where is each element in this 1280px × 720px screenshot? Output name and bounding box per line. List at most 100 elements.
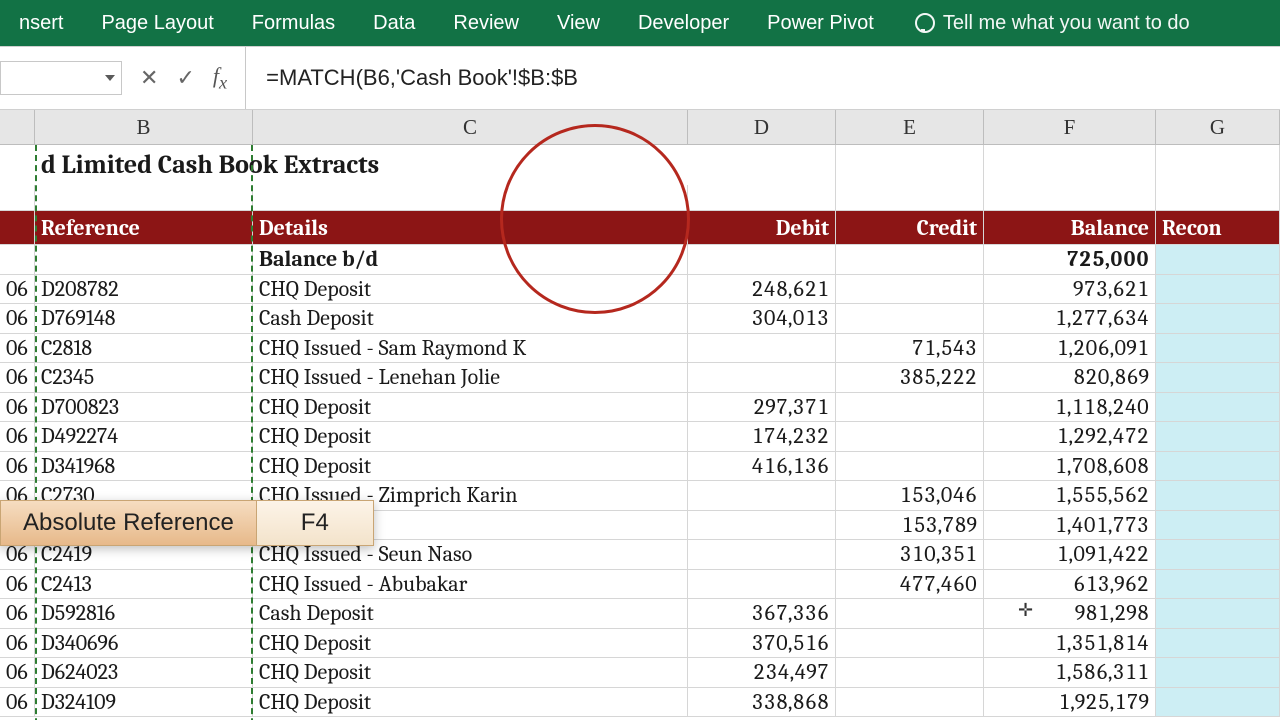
cell[interactable]	[688, 540, 836, 570]
col-header-c[interactable]: C	[253, 110, 688, 144]
cell[interactable]	[1156, 629, 1280, 659]
cell[interactable]	[836, 393, 984, 423]
cell[interactable]: 1,351,814	[984, 629, 1156, 659]
cell[interactable]: 1,206,091	[984, 334, 1156, 364]
cell[interactable]: CHQ Deposit	[253, 658, 688, 688]
table-row[interactable]: 06D492274CHQ Deposit174,2321,292,472	[0, 422, 1280, 452]
cell[interactable]	[688, 570, 836, 600]
cell[interactable]: CHQ Deposit	[253, 452, 688, 482]
cell[interactable]: CHQ Deposit	[253, 629, 688, 659]
cell[interactable]	[836, 599, 984, 629]
cell[interactable]: 1,586,311	[984, 658, 1156, 688]
cell[interactable]	[1156, 570, 1280, 600]
table-row[interactable]: 06D624023CHQ Deposit234,4971,586,311	[0, 658, 1280, 688]
cell[interactable]: 06	[0, 599, 35, 629]
tab-power-pivot[interactable]: Power Pivot	[748, 12, 893, 35]
cell[interactable]	[836, 658, 984, 688]
cell[interactable]: 06	[0, 658, 35, 688]
cell[interactable]: 820,869	[984, 363, 1156, 393]
cell[interactable]: 1,555,562	[984, 481, 1156, 511]
cell[interactable]	[1156, 599, 1280, 629]
col-header-a[interactable]	[0, 110, 35, 144]
table-row[interactable]: 06D769148Cash Deposit304,0131,277,634	[0, 304, 1280, 334]
cell[interactable]	[688, 511, 836, 541]
cell[interactable]: 06	[0, 452, 35, 482]
cell[interactable]: 06	[0, 422, 35, 452]
cell[interactable]	[1156, 363, 1280, 393]
cell[interactable]: 338,868	[688, 688, 836, 718]
fx-icon[interactable]: fx	[213, 63, 227, 93]
cell[interactable]: D592816	[35, 599, 253, 629]
table-row[interactable]: 06D208782CHQ Deposit248,621973,621	[0, 275, 1280, 305]
cell[interactable]	[836, 629, 984, 659]
cell[interactable]	[836, 304, 984, 334]
tab-insert[interactable]: nsert	[0, 12, 82, 35]
cell[interactable]	[1156, 688, 1280, 718]
cell[interactable]	[1156, 275, 1280, 305]
cell[interactable]: 981,298	[984, 599, 1156, 629]
cell[interactable]: Cash Deposit	[253, 599, 688, 629]
cell[interactable]: 153,789	[836, 511, 984, 541]
cell[interactable]: 1,091,422	[984, 540, 1156, 570]
cell[interactable]: 71,543	[836, 334, 984, 364]
cell[interactable]	[1156, 422, 1280, 452]
cell[interactable]: 06	[0, 393, 35, 423]
tab-formulas[interactable]: Formulas	[233, 12, 354, 35]
cell[interactable]: 367,336	[688, 599, 836, 629]
cell[interactable]: C2345	[35, 363, 253, 393]
tab-developer[interactable]: Developer	[619, 12, 748, 35]
cell[interactable]: 06	[0, 688, 35, 718]
cell[interactable]: CHQ Deposit	[253, 688, 688, 718]
cell[interactable]: 477,460	[836, 570, 984, 600]
cell[interactable]: 385,222	[836, 363, 984, 393]
cell[interactable]	[836, 275, 984, 305]
cell[interactable]	[688, 481, 836, 511]
table-row[interactable]: 06D700823CHQ Deposit297,3711,118,240	[0, 393, 1280, 423]
cell[interactable]: CHQ Deposit	[253, 275, 688, 305]
table-row[interactable]: 06D340696CHQ Deposit370,5161,351,814	[0, 629, 1280, 659]
tab-page-layout[interactable]: Page Layout	[82, 12, 232, 35]
cell[interactable]	[1156, 511, 1280, 541]
col-header-g[interactable]: G	[1156, 110, 1280, 144]
cell[interactable]	[836, 688, 984, 718]
cell[interactable]: CHQ Issued - Abubakar	[253, 570, 688, 600]
cell[interactable]: D324109	[35, 688, 253, 718]
table-row[interactable]: 06C2345CHQ Issued - Lenehan Jolie385,222…	[0, 363, 1280, 393]
cell[interactable]: 297,371	[688, 393, 836, 423]
cell[interactable]: D700823	[35, 393, 253, 423]
table-row[interactable]: 06C2818CHQ Issued - Sam Raymond K 71,5431…	[0, 334, 1280, 364]
cell[interactable]: C2818	[35, 334, 253, 364]
table-row[interactable]: 06D592816Cash Deposit367,336 981,298	[0, 599, 1280, 629]
tab-review[interactable]: Review	[434, 12, 538, 35]
col-header-b[interactable]: B	[35, 110, 253, 144]
cell[interactable]: 06	[0, 570, 35, 600]
cell[interactable]: 1,925,179	[984, 688, 1156, 718]
cell[interactable]	[688, 363, 836, 393]
cell[interactable]: D492274	[35, 422, 253, 452]
cell[interactable]: 416,136	[688, 452, 836, 482]
col-header-e[interactable]: E	[836, 110, 984, 144]
cell[interactable]: 304,013	[688, 304, 836, 334]
enter-icon[interactable]: ✓	[176, 65, 194, 91]
cell[interactable]: 06	[0, 275, 35, 305]
cell[interactable]: D624023	[35, 658, 253, 688]
cell[interactable]	[1156, 334, 1280, 364]
cell[interactable]: CHQ Issued - Sam Raymond K	[253, 334, 688, 364]
cell[interactable]: 973,621	[984, 275, 1156, 305]
cell[interactable]: D340696	[35, 629, 253, 659]
tell-me[interactable]: Tell me what you want to do	[893, 12, 1190, 35]
tab-view[interactable]: View	[538, 12, 619, 35]
cell[interactable]: 174,232	[688, 422, 836, 452]
cell[interactable]: 06	[0, 334, 35, 364]
cell[interactable]	[836, 452, 984, 482]
cell[interactable]: D769148	[35, 304, 253, 334]
table-row[interactable]: 06D341968CHQ Deposit416,1361,708,608	[0, 452, 1280, 482]
table-row[interactable]: 06C2413CHQ Issued - Abubakar477,460613,9…	[0, 570, 1280, 600]
cell[interactable]: 613,962	[984, 570, 1156, 600]
cell[interactable]	[688, 334, 836, 364]
cell[interactable]: 06	[0, 629, 35, 659]
cell[interactable]: D341968	[35, 452, 253, 482]
cell[interactable]: 310,351	[836, 540, 984, 570]
cancel-icon[interactable]: ✕	[140, 65, 158, 91]
tab-data[interactable]: Data	[354, 12, 434, 35]
